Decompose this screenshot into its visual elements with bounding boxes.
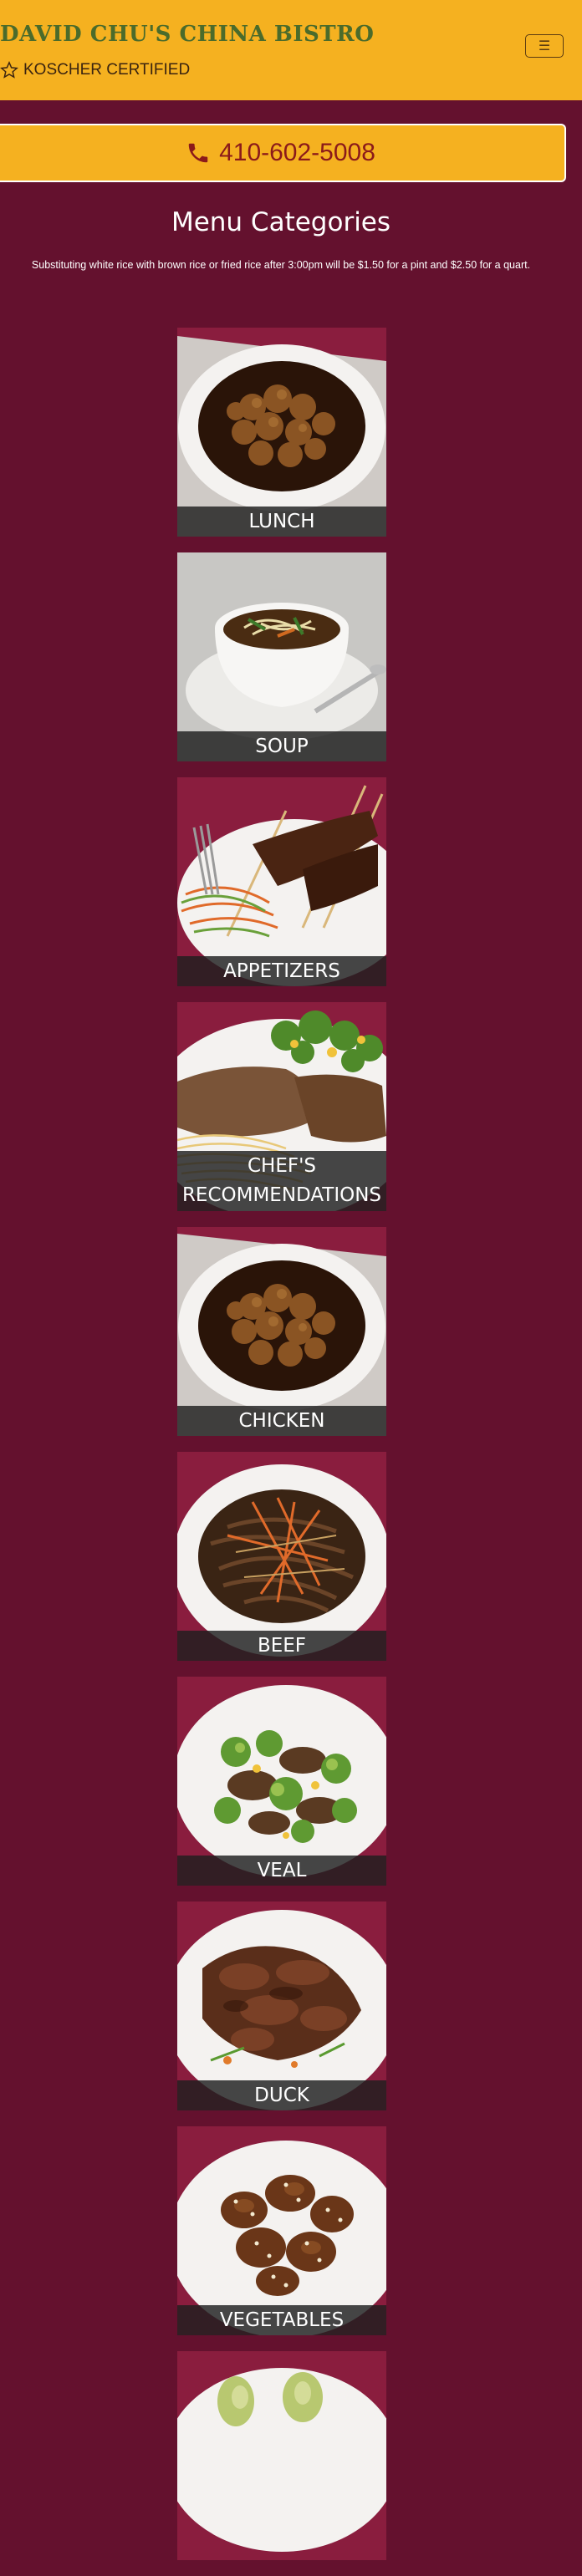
dish-photo [177,1227,386,1436]
category-card-veal[interactable]: VEAL [177,1677,386,1886]
dish-photo [177,1677,386,1886]
dish-photo [177,552,386,761]
category-label: VEGETABLES [177,2305,386,2335]
dish-photo [177,328,386,537]
category-card-appetizers[interactable]: APPETIZERS [177,777,386,986]
kosher-badge: KOSCHER CERTIFIED [0,59,190,82]
kosher-label: KOSCHER CERTIFIED [23,61,191,79]
dish-photo [177,777,386,986]
star-icon [0,61,18,79]
dish-photo [177,1901,386,2110]
phone-icon [188,143,208,163]
category-label: VEAL [177,1856,386,1886]
category-label: LUNCH [177,507,386,537]
category-card-soup[interactable]: SOUP [177,552,386,761]
category-card-partial[interactable] [177,2351,386,2560]
dish-photo [177,1452,386,1661]
category-grid: LUNCH SOUP APPETIZERS CHEF'S RECOMMENDAT… [177,328,386,2576]
brand-name[interactable]: DAVID CHU'S CHINA BISTRO [0,22,374,47]
dish-photo [177,2126,386,2335]
category-label: DUCK [177,2080,386,2110]
category-card-chefs-recommendations[interactable]: CHEF'S RECOMMENDATIONS [177,1002,386,1211]
phone-number: 410-602-5008 [219,139,375,166]
category-label: BEEF [177,1631,386,1661]
category-card-chicken[interactable]: CHICKEN [177,1227,386,1436]
category-label: APPETIZERS [177,956,386,986]
dish-photo [177,2351,386,2560]
category-card-lunch[interactable]: LUNCH [177,328,386,537]
call-button[interactable]: 410-602-5008 [0,124,566,182]
category-card-duck[interactable]: DUCK [177,1901,386,2110]
rice-note: Substituting white rice with brown rice … [31,259,531,271]
menu-toggle-button[interactable]: ☰ [525,34,564,58]
category-label: CHEF'S RECOMMENDATIONS [177,1151,386,1211]
site-header: DAVID CHU'S CHINA BISTRO KOSCHER CERTIFI… [0,0,582,100]
category-label: CHICKEN [177,1406,386,1436]
category-label: SOUP [177,731,386,761]
hamburger-icon: ☰ [538,38,551,53]
page-title: Menu Categories [171,207,391,237]
category-card-beef[interactable]: BEEF [177,1452,386,1661]
category-card-vegetables[interactable]: VEGETABLES [177,2126,386,2335]
